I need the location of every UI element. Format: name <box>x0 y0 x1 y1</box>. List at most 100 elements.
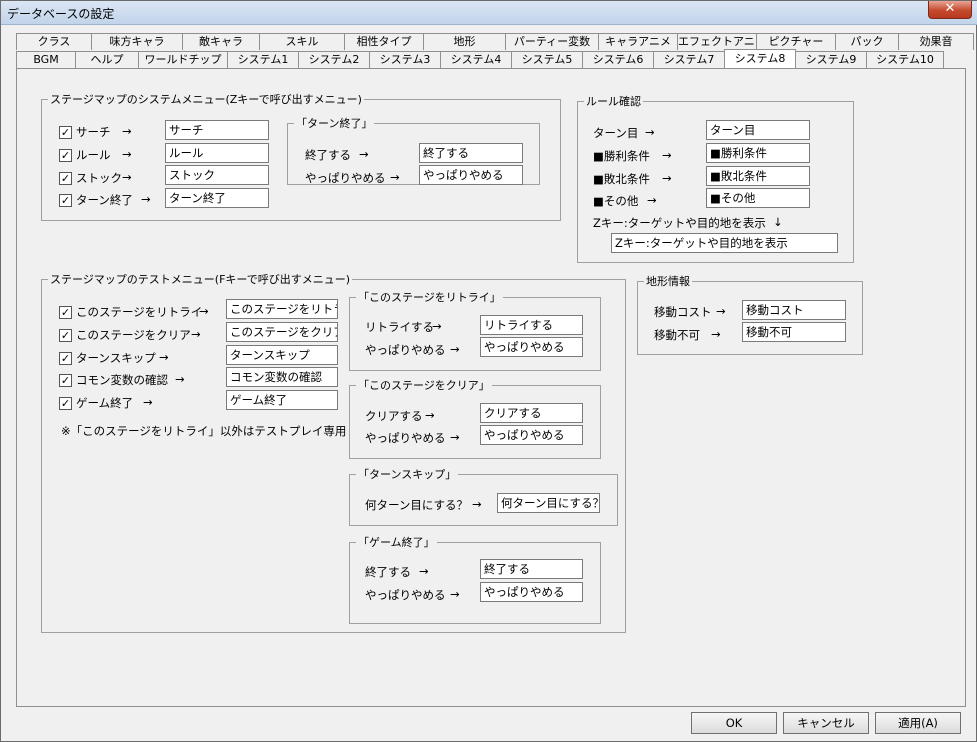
game-end-field[interactable]: ゲーム終了 <box>226 390 338 410</box>
game-end-legend: 「ゲーム終了」 <box>358 536 435 549</box>
stock-checkbox[interactable]: ✓ <box>59 172 72 185</box>
common-var-checkbox[interactable]: ✓ <box>59 374 72 387</box>
rule-field[interactable]: ルール <box>165 143 269 163</box>
turn-end-field[interactable]: ターン終了 <box>165 188 269 208</box>
tab-help[interactable]: ヘルプ <box>75 51 139 68</box>
tab-bgm[interactable]: BGM <box>16 51 76 68</box>
test-menu-legend: ステージマップのテストメニュー(Fキーで呼び出すメニュー) <box>50 273 351 286</box>
tab-affinity[interactable]: 相性タイプ <box>344 33 424 50</box>
tab-system9[interactable]: システム9 <box>795 51 867 68</box>
turn-field[interactable]: ターン目 <box>706 120 810 140</box>
victory-label: ■勝利条件 <box>593 149 650 163</box>
rule-label: ルール <box>76 148 111 162</box>
search-label: サーチ <box>76 125 111 139</box>
tab-skill[interactable]: スキル <box>259 33 345 50</box>
search-checkbox[interactable]: ✓ <box>59 126 72 139</box>
cancel-button[interactable]: キャンセル <box>783 712 869 734</box>
arrow-icon: → <box>419 564 429 578</box>
move-cost-field[interactable]: 移動コスト <box>742 300 846 320</box>
turn-end-label: ターン終了 <box>76 193 133 207</box>
tab-system1[interactable]: システム1 <box>227 51 299 68</box>
tab-system7[interactable]: システム7 <box>653 51 725 68</box>
victory-field[interactable]: ■勝利条件 <box>706 143 810 163</box>
apply-button[interactable]: 適用(A) <box>875 712 961 734</box>
test-only-note: ※「このステージをリトライ」以外はテストプレイ専用 <box>61 424 347 438</box>
tab-enemy[interactable]: 敵キャラ <box>182 33 260 50</box>
common-var-field[interactable]: コモン変数の確認 <box>226 367 338 387</box>
database-settings-window: データベースの設定 ✕ クラス 味方キャラ 敵キャラ スキル 相性タイプ 地形 … <box>0 0 977 742</box>
arrow-icon: → <box>143 395 153 409</box>
arrow-icon: → <box>425 408 435 422</box>
retry-field[interactable]: このステージをリトラ- <box>226 299 338 319</box>
clear-legend: 「このステージをクリア」 <box>358 379 490 392</box>
end-field[interactable]: 終了する <box>419 143 523 163</box>
retry-checkbox[interactable]: ✓ <box>59 306 72 319</box>
impassable-field[interactable]: 移動不可 <box>742 322 846 342</box>
arrow-icon: → <box>472 497 482 511</box>
tab-row-1: クラス 味方キャラ 敵キャラ スキル 相性タイプ 地形 パーティー変数 キャラア… <box>16 33 974 50</box>
arrow-icon: → <box>122 147 132 161</box>
game-end-checkbox[interactable]: ✓ <box>59 397 72 410</box>
tab-system4[interactable]: システム4 <box>440 51 512 68</box>
zkey-field[interactable]: Zキー:ターゲットや目的地を表示 <box>611 233 838 253</box>
skip-turn-label: 何ターン目にする？ <box>365 498 469 512</box>
tab-party-var[interactable]: パーティー変数 <box>505 33 599 50</box>
game-end-do-label: 終了する <box>365 565 411 579</box>
clear-do-field[interactable]: クリアする <box>480 403 583 423</box>
tab-terrain[interactable]: 地形 <box>423 33 506 50</box>
tab-chara-anime[interactable]: キャラアニメ <box>598 33 678 50</box>
window-title: データベースの設定 <box>7 7 115 21</box>
arrow-icon: → <box>122 170 132 184</box>
tab-class[interactable]: クラス <box>16 33 92 50</box>
turn-end-legend: 「ターン終了」 <box>296 117 373 130</box>
arrow-icon: → <box>711 327 721 341</box>
tab-picture[interactable]: ピクチャー <box>756 33 836 50</box>
tab-pack[interactable]: パック <box>835 33 899 50</box>
defeat-field[interactable]: ■敗北条件 <box>706 166 810 186</box>
tab-effect-anime[interactable]: エフェクトアニメ <box>677 33 766 50</box>
skip-checkbox[interactable]: ✓ <box>59 352 72 365</box>
game-end-cancel-field[interactable]: やっぱりやめる <box>480 582 583 602</box>
tab-sound-effect[interactable]: 効果音 <box>898 33 974 50</box>
arrow-icon: → <box>662 148 672 162</box>
other-field[interactable]: ■その他 <box>706 188 810 208</box>
rule-checkbox[interactable]: ✓ <box>59 149 72 162</box>
clear-checkbox[interactable]: ✓ <box>59 329 72 342</box>
tab-system5[interactable]: システム5 <box>511 51 583 68</box>
zkey-label: Zキー:ターゲットや目的地を表示 <box>593 216 766 230</box>
skip-turn-field[interactable]: 何ターン目にする？ <box>497 493 600 513</box>
tab-world-chip[interactable]: ワールドチップ <box>138 51 228 68</box>
game-end-label: ゲーム終了 <box>76 396 134 410</box>
tab-system8[interactable]: システム8 <box>724 49 796 68</box>
retry-do-field[interactable]: リトライする <box>480 315 583 335</box>
tab-ally[interactable]: 味方キャラ <box>91 33 183 50</box>
turn-end-checkbox[interactable]: ✓ <box>59 194 72 207</box>
retry-legend: 「このステージをリトライ」 <box>358 291 501 304</box>
title-bar[interactable]: データベースの設定 ✕ <box>1 1 977 25</box>
tab-panel: ステージマップのシステムメニュー(Zキーで呼び出すメニュー) ✓ サーチ → サ… <box>16 68 966 707</box>
terrain-legend: 地形情報 <box>646 275 690 288</box>
tab-row-2: BGM ヘルプ ワールドチップ システム1 システム2 システム3 システム4 … <box>16 49 944 68</box>
stock-field[interactable]: ストック <box>165 165 269 185</box>
retry-cancel-field[interactable]: やっぱりやめる <box>480 337 583 357</box>
search-field[interactable]: サーチ <box>165 120 269 140</box>
arrow-icon: → <box>159 350 169 364</box>
game-end-do-field[interactable]: 終了する <box>480 559 583 579</box>
rules-legend: ルール確認 <box>586 95 641 108</box>
cancel-field[interactable]: やっぱりやめる <box>419 165 523 185</box>
tab-system10[interactable]: システム10 <box>866 51 944 68</box>
turn-label: ターン目 <box>593 126 639 140</box>
tab-system3[interactable]: システム3 <box>369 51 441 68</box>
arrow-icon: → <box>175 372 185 386</box>
tab-system2[interactable]: システム2 <box>298 51 370 68</box>
retry-cancel-label: やっぱりやめる <box>365 343 446 357</box>
clear-cancel-field[interactable]: やっぱりやめる <box>480 425 583 445</box>
tab-system6[interactable]: システム6 <box>582 51 654 68</box>
clear-field[interactable]: このステージをクリア <box>226 322 338 342</box>
clear-label: このステージをクリア <box>76 328 191 342</box>
close-button[interactable]: ✕ <box>928 1 972 19</box>
ok-button[interactable]: OK <box>691 712 777 734</box>
skip-field[interactable]: ターンスキップ <box>226 345 338 365</box>
close-icon: ✕ <box>944 1 956 16</box>
clear-do-label: クリアする <box>365 409 423 423</box>
